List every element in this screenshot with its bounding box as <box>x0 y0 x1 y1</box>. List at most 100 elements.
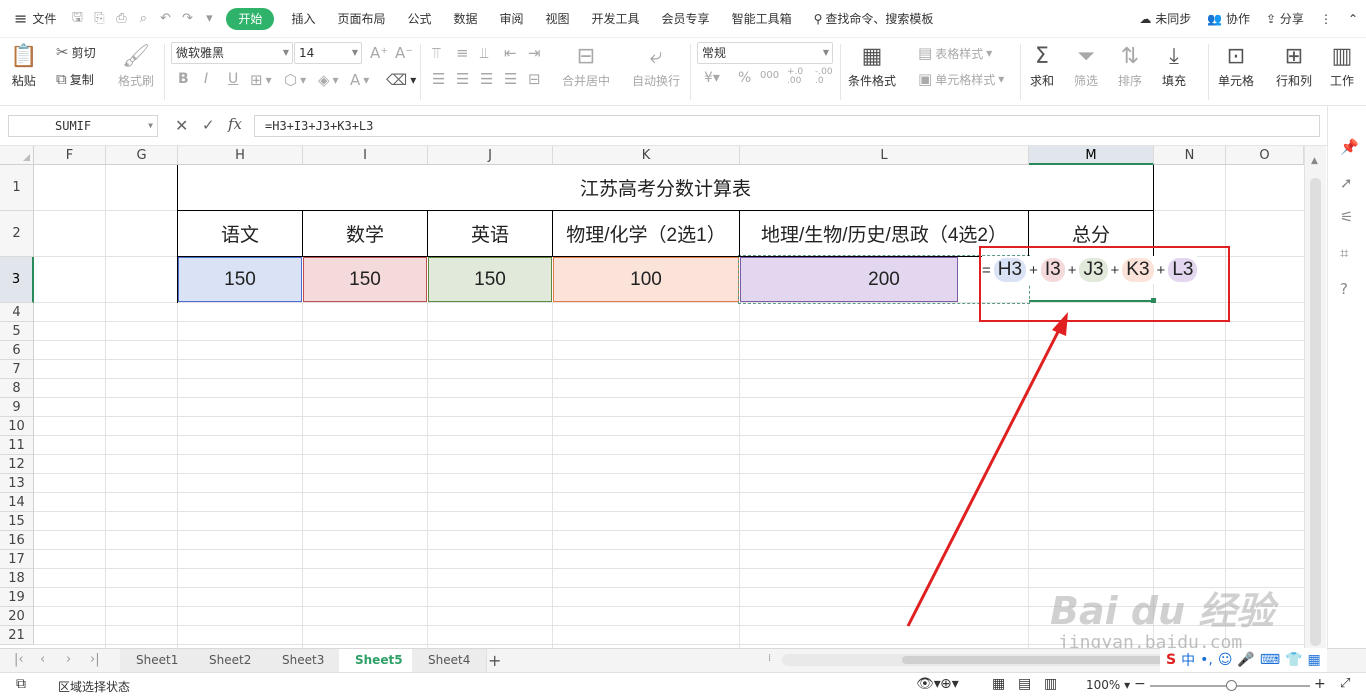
col-header-g[interactable]: G <box>106 146 178 165</box>
cond-format-button[interactable]: ▦ 条件格式 <box>848 42 896 89</box>
row-header-9[interactable]: 9 <box>0 398 34 417</box>
col-header-h[interactable]: H <box>178 146 303 165</box>
paste-button[interactable]: 📋 粘贴 <box>10 42 37 89</box>
row-header-12[interactable]: 12 <box>0 455 34 474</box>
sliders-icon[interactable]: ⚟ <box>1340 208 1353 226</box>
col-header-i[interactable]: I <box>303 146 428 165</box>
tab-data[interactable]: 数据 <box>442 0 488 38</box>
align-center-icon[interactable]: ☰ <box>456 70 469 88</box>
col-header-m[interactable]: M <box>1029 146 1154 165</box>
first-sheet-icon[interactable]: |‹ <box>14 652 24 667</box>
cancel-formula-icon[interactable]: ✕ <box>175 116 188 135</box>
export-icon[interactable]: ⎘ <box>88 11 110 26</box>
cursor-icon[interactable]: ➚ <box>1340 174 1353 192</box>
collab-button[interactable]: 👥 协作 <box>1199 0 1258 38</box>
page-layout-view-icon[interactable]: ▤ <box>1018 676 1031 692</box>
thousands-icon[interactable]: 000 <box>760 70 779 81</box>
table-title[interactable]: 江苏高考分数计算表 <box>178 165 1153 210</box>
col-header-o[interactable]: O <box>1226 146 1304 165</box>
customize-dropdown-icon[interactable]: ▾ <box>198 11 220 26</box>
row-header-21[interactable]: 21 <box>0 626 34 645</box>
tab-formula[interactable]: 公式 <box>396 0 442 38</box>
insert-function-icon[interactable]: fx <box>228 115 242 133</box>
sogou-logo-icon[interactable]: S <box>1166 652 1176 668</box>
fill-color-icon[interactable]: ◈ ▾ <box>318 71 339 89</box>
formula-input[interactable]: =H3+I3+J3+K3+L3 <box>254 115 1320 137</box>
sum-button[interactable]: Σ 求和 <box>1030 42 1054 89</box>
voice-icon[interactable]: 🎤 <box>1237 652 1254 668</box>
next-sheet-icon[interactable]: › <box>66 652 71 667</box>
row-header-15[interactable]: 15 <box>0 512 34 531</box>
skin-icon[interactable]: 👕 <box>1285 652 1302 668</box>
justify-icon[interactable]: ☰ <box>504 70 517 88</box>
row-header-1[interactable]: 1 <box>0 165 34 211</box>
row-header-7[interactable]: 7 <box>0 360 34 379</box>
sheet-tab-sheet1[interactable]: Sheet1 <box>120 649 196 672</box>
add-sheet-icon[interactable]: + <box>488 651 501 670</box>
file-menu[interactable]: ≡ 文件 <box>0 0 66 38</box>
row-header-11[interactable]: 11 <box>0 436 34 455</box>
sheet-tab-sheet4[interactable]: Sheet4 <box>412 649 488 672</box>
scroll-up-icon[interactable]: ▲ <box>1311 156 1318 166</box>
collapse-ribbon-icon[interactable]: ⌃ <box>1340 0 1366 38</box>
tab-start[interactable]: 开始 <box>226 7 275 30</box>
indent-increase-icon[interactable]: ⇥ <box>528 44 541 62</box>
decrease-decimal-icon[interactable]: -.00.0 <box>815 68 833 86</box>
merge-center-button[interactable]: ⊟ 合并居中 <box>562 42 610 89</box>
col-header-n[interactable]: N <box>1154 146 1226 165</box>
header-physics-chemistry[interactable]: 物理/化学（2选1） <box>553 211 739 256</box>
help-icon[interactable]: ? <box>1340 280 1348 298</box>
zoom-slider-knob[interactable] <box>1226 680 1237 691</box>
align-right-icon[interactable]: ☰ <box>480 70 493 88</box>
tab-view[interactable]: 视图 <box>535 0 581 38</box>
sheet-tab-sheet3[interactable]: Sheet3 <box>266 649 342 672</box>
fullscreen-icon[interactable]: ⤢ <box>1340 676 1350 691</box>
zoom-out-icon[interactable]: − <box>1134 676 1146 692</box>
normal-view-icon[interactable]: ▦ <box>992 676 1005 692</box>
punctuation-icon[interactable]: •, <box>1200 652 1213 668</box>
ime-mode-icon[interactable]: 中 <box>1181 650 1195 670</box>
prev-sheet-icon[interactable]: ‹ <box>40 652 45 667</box>
table-style-button[interactable]: ▤ 表格样式 ▾ <box>918 44 992 62</box>
eye-protect-icon[interactable]: 👁▾ <box>916 676 941 692</box>
font-grow-icon[interactable]: A⁺ <box>370 44 388 62</box>
cell-k3[interactable]: 100 <box>553 257 739 302</box>
pin-icon[interactable]: 📌 <box>1340 138 1359 156</box>
row-header-6[interactable]: 6 <box>0 341 34 360</box>
confirm-formula-icon[interactable]: ✓ <box>202 116 215 134</box>
filter-button[interactable]: ⏷ 筛选 <box>1074 42 1098 89</box>
row-header-5[interactable]: 5 <box>0 322 34 341</box>
indent-decrease-icon[interactable]: ⇤ <box>504 44 517 62</box>
split-handle-icon[interactable]: ⁞ <box>768 653 771 664</box>
row-header-20[interactable]: 20 <box>0 607 34 626</box>
sheet-tab-sheet2[interactable]: Sheet2 <box>193 649 269 672</box>
name-box[interactable]: SUMIF ▼ <box>8 115 158 137</box>
row-header-8[interactable]: 8 <box>0 379 34 398</box>
tab-review[interactable]: 审阅 <box>489 0 535 38</box>
percent-button[interactable]: % <box>738 70 751 86</box>
wrap-text-button[interactable]: ⤶ 自动换行 <box>632 42 680 89</box>
underline-button[interactable]: U <box>228 71 238 87</box>
col-header-k[interactable]: K <box>553 146 740 165</box>
row-header-17[interactable]: 17 <box>0 550 34 569</box>
row-col-button[interactable]: ⊞ 行和列 <box>1276 42 1312 89</box>
command-search[interactable]: ⚲ 查找命令、搜索模板 <box>803 0 945 38</box>
row-header-10[interactable]: 10 <box>0 417 34 436</box>
tab-page-layout[interactable]: 页面布局 <box>326 0 396 38</box>
col-header-j[interactable]: J <box>428 146 553 165</box>
cell-button[interactable]: ⊡ 单元格 <box>1218 42 1254 89</box>
save-icon[interactable]: 🖫 <box>66 8 88 30</box>
cut-button[interactable]: ✂ 剪切 <box>56 43 96 61</box>
font-name-select[interactable]: 微软雅黑 ▼ <box>171 42 293 64</box>
sort-button[interactable]: ⇅ 排序 <box>1118 42 1142 89</box>
number-format-select[interactable]: 常规 ▼ <box>697 42 833 64</box>
hscroll-thumb[interactable] <box>902 656 1202 664</box>
currency-icon[interactable]: ¥▾ <box>704 70 720 86</box>
print-icon[interactable]: ⎙ <box>110 11 132 26</box>
emoji-icon[interactable]: ☺ <box>1218 652 1233 668</box>
worksheet-button[interactable]: ▥ 工作 <box>1330 42 1354 89</box>
font-size-select[interactable]: 14 ▼ <box>294 42 362 64</box>
format-painter-button[interactable]: 🖌 格式刷 <box>118 42 154 89</box>
zoom-level[interactable]: 100% ▾ <box>1086 678 1130 692</box>
sheet-tab-sheet5[interactable]: Sheet5 <box>339 649 420 672</box>
